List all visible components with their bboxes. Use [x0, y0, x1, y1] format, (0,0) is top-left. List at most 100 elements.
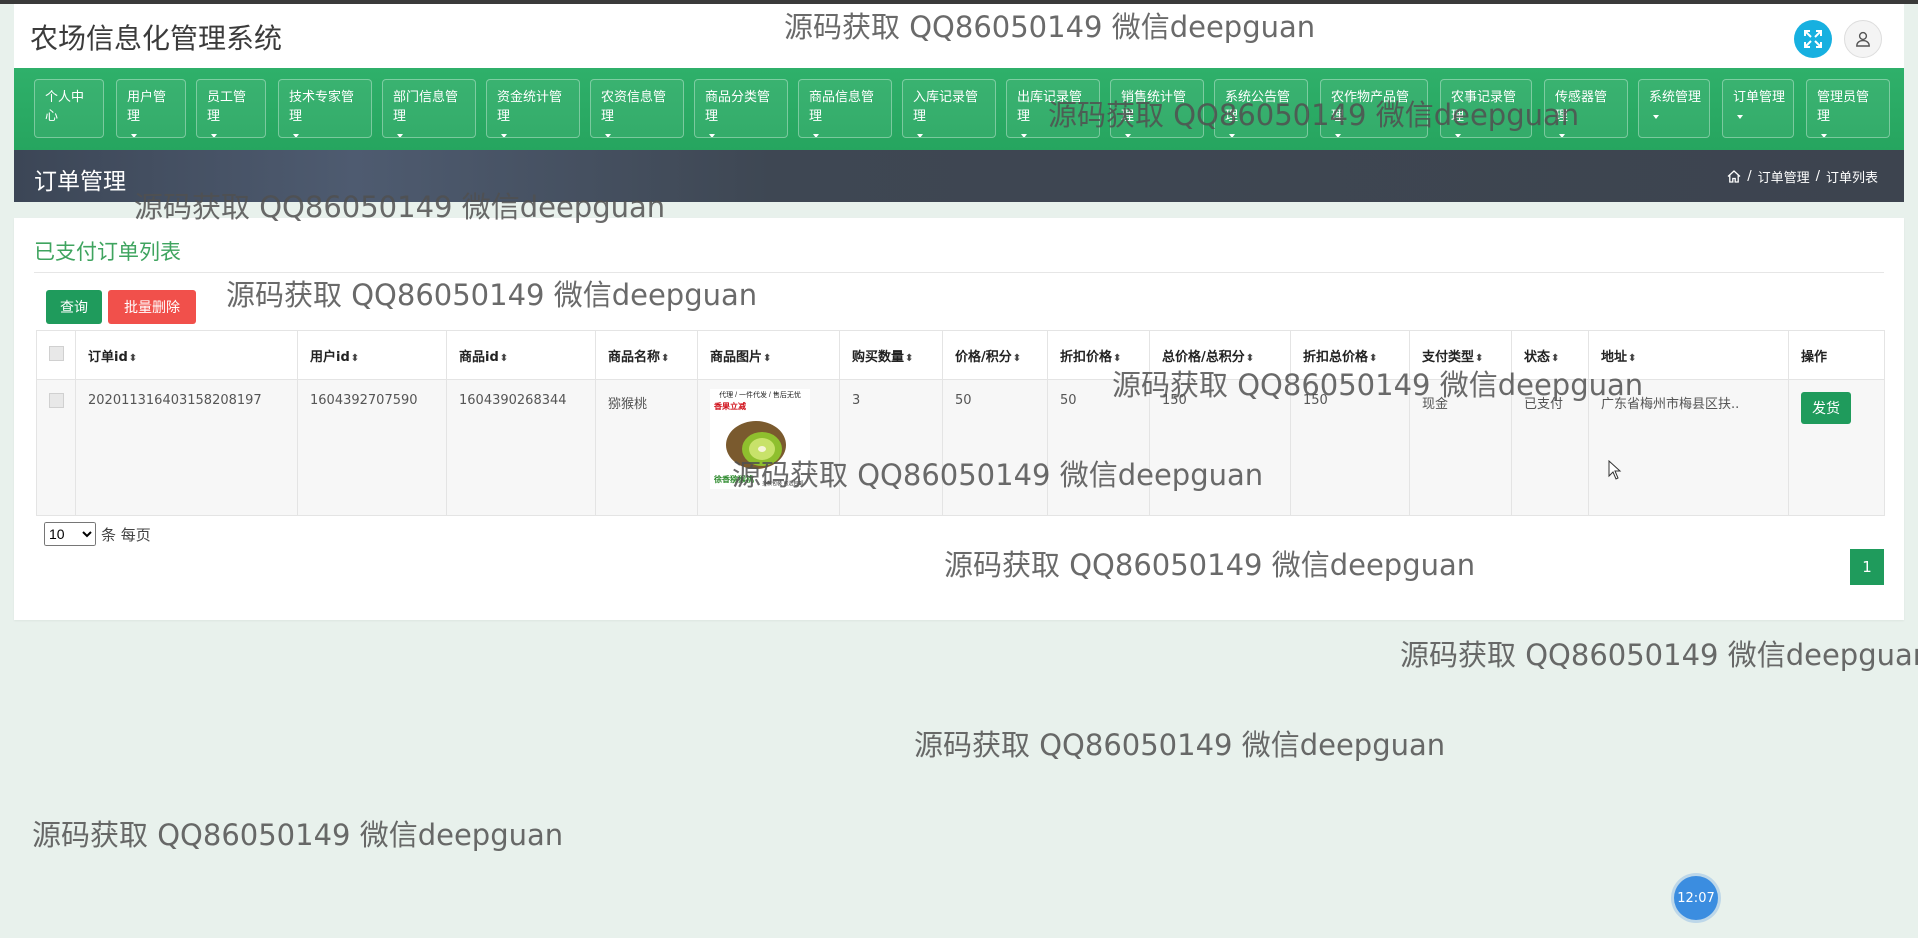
column-header[interactable]: 商品id⬍ — [446, 330, 596, 380]
page-size-select[interactable]: 10 — [44, 522, 96, 546]
column-header-label: 价格/积分 — [955, 349, 1012, 365]
page-number-current[interactable]: 1 — [1850, 549, 1884, 585]
floating-clock-button[interactable]: 12:07 — [1674, 876, 1718, 920]
nav-item[interactable]: 入库记录管理 — [902, 79, 996, 138]
sort-icon[interactable]: ⬍ — [1113, 353, 1121, 364]
sort-icon[interactable]: ⬍ — [1551, 353, 1559, 364]
chevron-down-icon — [1125, 133, 1131, 137]
nav-item[interactable]: 资金统计管理 — [486, 79, 580, 138]
table-cell: 已支付 — [1511, 379, 1589, 516]
sort-icon[interactable]: ⬍ — [1013, 353, 1021, 364]
column-header[interactable]: 折扣总价格⬍ — [1290, 330, 1410, 380]
chevron-down-icon — [1559, 133, 1565, 137]
column-header-label: 折扣总价格 — [1303, 349, 1369, 365]
sort-icon[interactable]: ⬍ — [351, 353, 359, 364]
sort-icon[interactable]: ⬍ — [661, 353, 669, 364]
nav-item[interactable]: 农事记录管理 — [1440, 79, 1532, 138]
user-icon — [1856, 31, 1870, 47]
column-header[interactable]: 商品图片⬍ — [697, 330, 840, 380]
nav-item[interactable]: 个人中心 — [34, 79, 104, 138]
nav-item[interactable]: 部门信息管理 — [382, 79, 476, 138]
nav-item[interactable]: 农资信息管理 — [590, 79, 684, 138]
nav-item-label: 系统公告管理 — [1225, 90, 1291, 124]
chevron-down-icon — [1821, 133, 1827, 137]
row-checkbox[interactable] — [49, 393, 64, 408]
nav-item-label: 销售统计管理 — [1121, 90, 1187, 124]
nav-item-label: 农资信息管理 — [601, 90, 667, 124]
chevron-down-icon — [1021, 133, 1027, 137]
table-cell: 猕猴桃 — [595, 379, 698, 516]
chevron-down-icon — [709, 133, 715, 137]
sort-icon[interactable]: ⬍ — [1246, 353, 1254, 364]
nav-item[interactable]: 传感器管理 — [1544, 79, 1628, 138]
nav-item[interactable]: 系统公告管理 — [1214, 79, 1308, 138]
column-header[interactable]: 状态⬍ — [1511, 330, 1589, 380]
chevron-down-icon — [605, 133, 611, 137]
select-all-header — [36, 330, 76, 380]
home-icon[interactable] — [1727, 170, 1741, 183]
column-header[interactable]: 价格/积分⬍ — [942, 330, 1048, 380]
sort-icon[interactable]: ⬍ — [1628, 353, 1636, 364]
column-header-label: 商品名称 — [608, 349, 661, 365]
product-image[interactable]: 代理 / 一件代发 / 售后无忧香果立减徐香猕猴桃 多款包装 可选包邮 — [710, 389, 810, 489]
sort-icon[interactable]: ⬍ — [763, 353, 771, 364]
nav-item[interactable]: 订单管理 — [1722, 79, 1794, 138]
column-header[interactable]: 总价格/总积分⬍ — [1149, 330, 1291, 380]
column-header[interactable]: 订单id⬍ — [75, 330, 298, 380]
nav-item-label: 个人中心 — [45, 90, 85, 124]
column-header-label: 操作 — [1801, 349, 1828, 365]
nav-item[interactable]: 员工管理 — [196, 79, 266, 138]
order-list-card: 已支付订单列表 查询 批量删除 订单id⬍ 用户id⬍ 商品id⬍ 商品名称⬍ 商品图片… — [14, 218, 1904, 620]
column-header-label: 折扣价格 — [1060, 349, 1113, 365]
breadcrumb-separator: / — [1815, 169, 1820, 184]
nav-item[interactable]: 销售统计管理 — [1110, 79, 1204, 138]
image-text-sub: 香果立减 — [713, 401, 746, 411]
column-header[interactable]: 地址⬍ — [1588, 330, 1789, 380]
nav-item[interactable]: 商品信息管理 — [798, 79, 892, 138]
app-header: 农场信息化管理系统 — [14, 4, 1904, 68]
breadcrumb-item-order-list: 订单列表 — [1825, 171, 1878, 186]
sort-icon[interactable]: ⬍ — [905, 353, 913, 364]
expand-icon — [1804, 30, 1822, 48]
column-header[interactable]: 支付类型⬍ — [1409, 330, 1512, 380]
nav-item[interactable]: 商品分类管理 — [694, 79, 788, 138]
nav-item-label: 管理员管理 — [1817, 90, 1870, 124]
chevron-down-icon — [813, 133, 819, 137]
card-title: 已支付订单列表 — [34, 240, 181, 264]
nav-item[interactable]: 用户管理 — [116, 79, 186, 138]
column-header[interactable]: 购买数量⬍ — [839, 330, 943, 380]
chevron-down-icon — [1229, 133, 1235, 137]
breadcrumb-item-order-management[interactable]: 订单管理 — [1758, 167, 1810, 186]
nav-item[interactable]: 农作物产品管理 — [1320, 79, 1428, 138]
table-cell: 现金 — [1409, 379, 1512, 516]
batch-delete-button[interactable]: 批量删除 — [108, 290, 196, 324]
nav-item[interactable]: 系统管理 — [1638, 79, 1710, 138]
table-cell: 50 — [942, 379, 1048, 516]
select-all-checkbox[interactable] — [49, 345, 64, 361]
column-header[interactable]: 用户id⬍ — [297, 330, 447, 380]
fullscreen-button[interactable] — [1794, 20, 1832, 58]
column-header-label: 商品图片 — [710, 349, 763, 365]
sort-icon[interactable]: ⬍ — [1475, 353, 1483, 364]
table-header-row: 订单id⬍ 用户id⬍ 商品id⬍ 商品名称⬍ 商品图片⬍ 购买数量⬍ 价格/积分⬍ 折扣价格… — [36, 330, 1885, 380]
chevron-down-icon — [131, 133, 137, 137]
nav-item[interactable]: 管理员管理 — [1806, 79, 1890, 138]
column-header[interactable]: 折扣价格⬍ — [1047, 330, 1150, 380]
column-header[interactable]: 商品名称⬍ — [595, 330, 698, 380]
image-text-bottom2: 多款包装 可选包邮 — [762, 480, 803, 487]
breadcrumb: / 订单管理 / 订单列表 — [1727, 167, 1878, 186]
chevron-down-icon — [293, 133, 299, 137]
nav-item-label: 传感器管理 — [1555, 90, 1608, 124]
column-header-label: 订单id — [88, 349, 128, 365]
ship-button[interactable]: 发货 — [1801, 392, 1851, 424]
nav-item[interactable]: 出库记录管理 — [1006, 79, 1100, 138]
nav-item[interactable]: 技术专家管理 — [278, 79, 372, 138]
sort-icon[interactable]: ⬍ — [129, 353, 137, 364]
sort-icon[interactable]: ⬍ — [1369, 353, 1377, 364]
sort-icon[interactable]: ⬍ — [500, 353, 508, 364]
user-menu-button[interactable] — [1844, 20, 1882, 58]
query-button[interactable]: 查询 — [46, 290, 102, 324]
chevron-down-icon — [1737, 114, 1743, 119]
table-cell: 代理 / 一件代发 / 售后无忧 香果立减 徐香猕猴桃 多款包装 可选包邮 — [697, 379, 840, 516]
mouse-cursor-icon — [1608, 460, 1622, 480]
